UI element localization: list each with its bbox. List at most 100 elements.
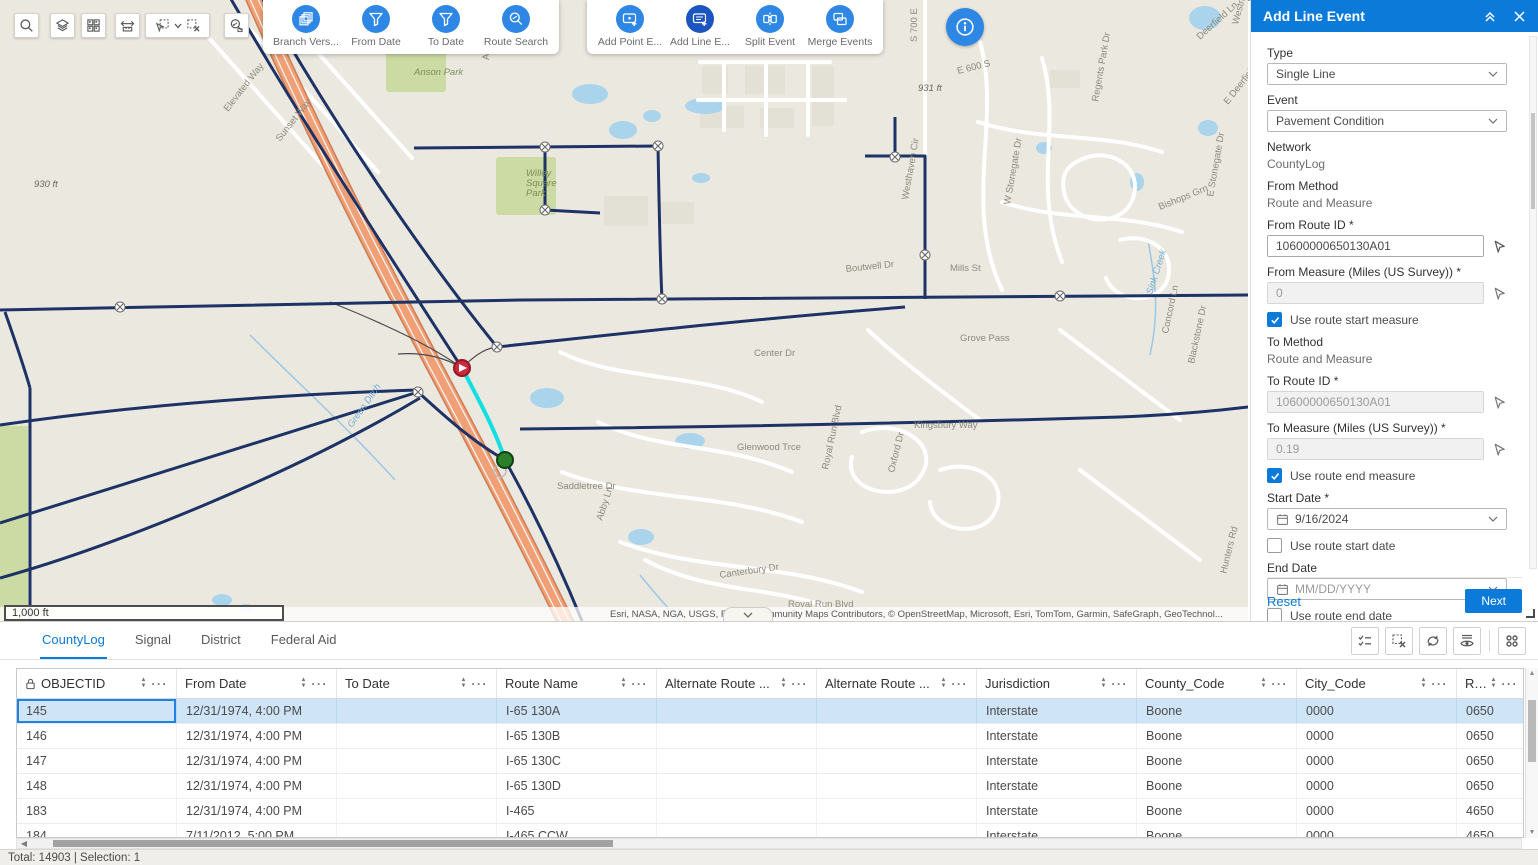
table-cell[interactable]: 0650 [1457, 749, 1524, 773]
column-menu-icon[interactable]: ··· [1112, 677, 1129, 691]
column-header[interactable]: To Date▲▼··· [337, 669, 497, 698]
sort-icon[interactable]: ▲▼ [1261, 678, 1267, 689]
scroll-down-arrow[interactable]: ▼ [1526, 829, 1538, 836]
table-cell[interactable]: 146 [17, 724, 177, 748]
checkbox-checked-icon[interactable] [1267, 468, 1282, 483]
table-cell[interactable] [657, 749, 817, 773]
tool-split-event[interactable]: Split Event [737, 5, 803, 48]
select-tool-group[interactable] [145, 13, 210, 38]
pick-from-route-button[interactable] [1492, 239, 1507, 254]
basemap-gallery-button[interactable] [81, 13, 106, 38]
tab-countylog[interactable]: CountyLog [40, 622, 107, 659]
select-icon[interactable] [155, 18, 170, 33]
table-cell[interactable]: 12/31/1974, 4:00 PM [177, 774, 337, 798]
column-menu-icon[interactable]: ··· [792, 677, 809, 691]
use-route-start-measure-checkbox[interactable]: Use route start measure [1267, 312, 1507, 327]
show-selected-records-button[interactable] [1351, 627, 1379, 655]
table-cell[interactable] [337, 724, 497, 748]
tab-signal[interactable]: Signal [133, 622, 173, 659]
table-cell[interactable] [337, 749, 497, 773]
table-cell[interactable] [337, 824, 497, 838]
column-header[interactable]: Alternate Route ...▲▼··· [817, 669, 977, 698]
column-menu-icon[interactable]: ··· [632, 677, 649, 691]
vertical-scrollbar-thumb[interactable] [1528, 700, 1536, 762]
table-cell[interactable]: 147 [17, 749, 177, 773]
tool-route-search[interactable]: Route Search [483, 5, 549, 48]
table-cell[interactable] [817, 774, 977, 798]
table-cell[interactable] [337, 799, 497, 823]
table-cell[interactable]: Interstate [977, 749, 1137, 773]
panel-scrollbar-thumb[interactable] [1531, 113, 1535, 209]
table-cell[interactable]: 148 [17, 774, 177, 798]
table-cell[interactable]: Interstate [977, 699, 1137, 723]
sort-icon[interactable]: ▲▼ [461, 678, 467, 689]
table-row[interactable]: 14712/31/1974, 4:00 PMI-65 130CInterstat… [17, 749, 1523, 774]
collapse-panel-button[interactable] [1483, 9, 1497, 23]
column-menu-icon[interactable]: ··· [1272, 677, 1289, 691]
table-cell[interactable]: 4650 [1457, 799, 1524, 823]
table-cell[interactable]: Interstate [977, 724, 1137, 748]
filter-by-map-extent-button[interactable] [1453, 627, 1481, 655]
table-cell[interactable] [817, 724, 977, 748]
table-cell[interactable]: Boone [1137, 824, 1297, 838]
next-button[interactable]: Next [1465, 589, 1522, 613]
from-measure-input[interactable] [1267, 282, 1484, 304]
column-header[interactable]: OBJECTID▲▼··· [17, 669, 177, 698]
column-menu-icon[interactable]: ··· [472, 677, 489, 691]
use-route-start-date-checkbox[interactable]: Use route start date [1267, 538, 1507, 553]
use-route-end-measure-checkbox[interactable]: Use route end measure [1267, 468, 1507, 483]
sort-icon[interactable]: ▲▼ [621, 678, 627, 689]
table-cell[interactable]: I-465 [497, 799, 657, 823]
event-start-marker[interactable] [454, 360, 470, 376]
tab-district[interactable]: District [199, 622, 243, 659]
table-cell[interactable]: 0000 [1297, 749, 1457, 773]
table-cell[interactable] [657, 724, 817, 748]
tool-add-point-event[interactable]: Add Point E... [597, 5, 663, 48]
table-cell[interactable] [657, 774, 817, 798]
table-vertical-scrollbar[interactable]: ▲ ▼ [1525, 668, 1538, 838]
column-menu-icon[interactable]: ··· [952, 677, 969, 691]
checkbox-checked-icon[interactable] [1267, 312, 1282, 327]
checkbox-unchecked-icon[interactable] [1267, 538, 1282, 553]
table-cell[interactable] [657, 699, 817, 723]
table-cell[interactable]: 0000 [1297, 774, 1457, 798]
layers-button[interactable] [50, 13, 75, 38]
table-cell[interactable]: I-65 130A [497, 699, 657, 723]
collapse-map-tab[interactable] [723, 607, 773, 621]
from-route-id-input[interactable] [1267, 235, 1484, 257]
chevron-down-icon[interactable] [174, 23, 182, 29]
table-cell[interactable]: 0000 [1297, 824, 1457, 838]
clear-selection-icon[interactable] [186, 18, 201, 33]
info-button[interactable] [946, 8, 984, 46]
type-select[interactable]: Single Line [1267, 63, 1507, 85]
map-view[interactable]: Elevated WaySunset WayAnson ParkWilleySq… [0, 0, 1248, 621]
column-menu-icon[interactable]: ··· [1502, 677, 1519, 691]
table-cell[interactable]: 7/11/2012, 5:00 PM [177, 824, 337, 838]
scroll-left-arrow[interactable]: ◀ [17, 839, 31, 848]
table-row[interactable]: 14612/31/1974, 4:00 PMI-65 130BInterstat… [17, 724, 1523, 749]
table-cell[interactable]: 0000 [1297, 799, 1457, 823]
sort-icon[interactable]: ▲▼ [781, 678, 787, 689]
table-cell[interactable] [817, 749, 977, 773]
tool-add-line-event[interactable]: Add Line E... [667, 5, 733, 48]
measure-button[interactable] [115, 13, 140, 38]
column-header[interactable]: Jurisdiction▲▼··· [977, 669, 1137, 698]
table-row[interactable]: 14512/31/1974, 4:00 PMI-65 130AInterstat… [17, 699, 1523, 724]
tool-branch-versions[interactable]: Branch Vers... [273, 5, 339, 48]
panel-resize-handle[interactable] [1523, 606, 1535, 618]
column-header[interactable]: Alternate Route ...▲▼··· [657, 669, 817, 698]
table-cell[interactable]: I-65 130D [497, 774, 657, 798]
table-cell[interactable]: 183 [17, 799, 177, 823]
table-row[interactable]: 18312/31/1974, 4:00 PMI-465InterstateBoo… [17, 799, 1523, 824]
table-cell[interactable]: I-65 130B [497, 724, 657, 748]
sort-icon[interactable]: ▲▼ [941, 678, 947, 689]
table-cell[interactable]: Boone [1137, 724, 1297, 748]
table-cell[interactable] [817, 824, 977, 838]
table-cell[interactable]: Boone [1137, 749, 1297, 773]
select-by-route-button[interactable] [224, 13, 249, 38]
table-horizontal-scrollbar[interactable]: ◀ [16, 838, 1522, 849]
sort-icon[interactable]: ▲▼ [1421, 678, 1427, 689]
table-cell[interactable]: 12/31/1974, 4:00 PM [177, 799, 337, 823]
column-menu-icon[interactable]: ··· [1432, 677, 1449, 691]
table-cell[interactable]: 0650 [1457, 774, 1524, 798]
